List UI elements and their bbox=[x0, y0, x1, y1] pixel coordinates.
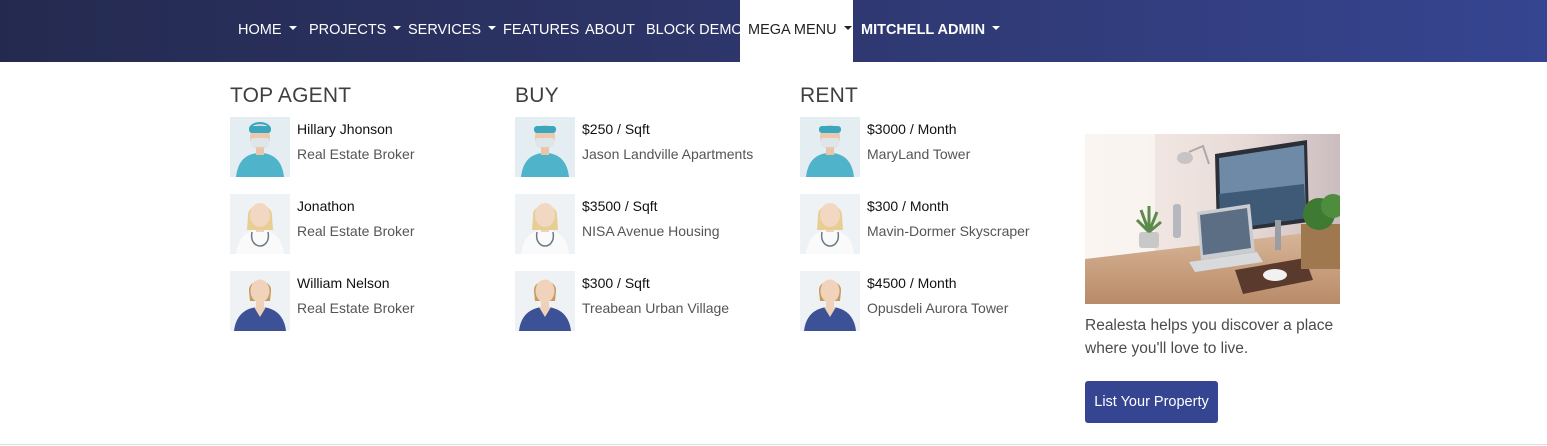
nurse-avatar bbox=[515, 271, 575, 331]
listing-price: $4500 / Month bbox=[867, 275, 957, 291]
nav-projects[interactable]: PROJECTS bbox=[309, 0, 402, 62]
doctor-avatar bbox=[515, 194, 575, 254]
doctor-avatar bbox=[230, 194, 290, 254]
listing-name: Treabean Urban Village bbox=[582, 300, 730, 316]
column-title-rent: RENT bbox=[800, 84, 858, 107]
buy-listing-item[interactable]: $250 / Sqft Jason Landville Apartments bbox=[515, 117, 785, 179]
rent-listing-item[interactable]: $300 / Month Mavin-Dormer Skyscraper bbox=[800, 194, 1070, 256]
listing-price: $300 / Sqft bbox=[582, 275, 650, 291]
nav-home[interactable]: HOME bbox=[238, 0, 297, 62]
agent-name: Jonathon bbox=[297, 198, 355, 214]
nav-about[interactable]: ABOUT bbox=[585, 0, 635, 62]
agent-item[interactable]: Jonathon Real Estate Broker bbox=[230, 194, 500, 256]
buy-listing-item[interactable]: $300 / Sqft Treabean Urban Village bbox=[515, 271, 785, 333]
agent-role: Real Estate Broker bbox=[297, 223, 415, 239]
nav-user-label: MITCHELL ADMIN bbox=[861, 22, 986, 38]
surgeon-avatar bbox=[515, 117, 575, 177]
nav-block-demo-label: BLOCK DEMO bbox=[646, 22, 743, 38]
nav-services-label: SERVICES bbox=[408, 22, 482, 38]
column-title-buy: BUY bbox=[515, 84, 559, 107]
caret-down-icon bbox=[393, 26, 402, 31]
caret-down-icon bbox=[992, 26, 1001, 31]
listing-name: Opusdeli Aurora Tower bbox=[867, 300, 1009, 316]
listing-price: $3500 / Sqft bbox=[582, 198, 658, 214]
nav-block-demo[interactable]: BLOCK DEMO bbox=[646, 0, 743, 62]
nav-services[interactable]: SERVICES bbox=[408, 0, 497, 62]
top-navbar: HOME PROJECTS SERVICES FEATURES ABOUT BL… bbox=[0, 0, 1547, 62]
listing-name: Jason Landville Apartments bbox=[582, 146, 754, 162]
caret-down-icon bbox=[488, 26, 497, 31]
divider bbox=[0, 444, 1547, 445]
doctor-avatar bbox=[800, 194, 860, 254]
surgeon-avatar bbox=[800, 117, 860, 177]
agent-item[interactable]: Hillary Jhonson Real Estate Broker bbox=[230, 117, 500, 179]
nav-user-menu[interactable]: MITCHELL ADMIN bbox=[861, 0, 1001, 62]
list-your-property-button[interactable]: List Your Property bbox=[1085, 381, 1218, 423]
nav-home-label: HOME bbox=[238, 22, 282, 38]
rent-listing-item[interactable]: $4500 / Month Opusdeli Aurora Tower bbox=[800, 271, 1070, 333]
column-title-top-agent: TOP AGENT bbox=[230, 84, 352, 107]
agent-role: Real Estate Broker bbox=[297, 300, 415, 316]
agent-name: William Nelson bbox=[297, 275, 390, 291]
caret-down-icon bbox=[288, 26, 297, 31]
listing-name: Mavin-Dormer Skyscraper bbox=[867, 223, 1030, 239]
nav-features-label: FEATURES bbox=[503, 22, 580, 38]
listing-price: $250 / Sqft bbox=[582, 121, 650, 137]
nav-features[interactable]: FEATURES bbox=[503, 0, 579, 62]
listing-name: MaryLand Tower bbox=[867, 146, 971, 162]
nav-mega-menu[interactable]: MEGA MENU bbox=[740, 0, 853, 62]
agent-role: Real Estate Broker bbox=[297, 146, 415, 162]
nav-projects-label: PROJECTS bbox=[309, 22, 387, 38]
agent-item[interactable]: William Nelson Real Estate Broker bbox=[230, 271, 500, 333]
listing-name: NISA Avenue Housing bbox=[582, 223, 720, 239]
nurse-avatar bbox=[230, 271, 290, 331]
buy-listing-item[interactable]: $3500 / Sqft NISA Avenue Housing bbox=[515, 194, 785, 256]
listing-price: $300 / Month bbox=[867, 198, 949, 214]
promo-description: Realesta helps you discover a place wher… bbox=[1085, 317, 1334, 357]
agent-name: Hillary Jhonson bbox=[297, 121, 393, 137]
caret-down-icon bbox=[843, 26, 852, 31]
listing-price: $3000 / Month bbox=[867, 121, 957, 137]
nav-about-label: ABOUT bbox=[585, 22, 635, 38]
desk-workspace-photo bbox=[1085, 134, 1340, 304]
rent-listing-item[interactable]: $3000 / Month MaryLand Tower bbox=[800, 117, 1070, 179]
surgeon-avatar bbox=[230, 117, 290, 177]
nurse-avatar bbox=[800, 271, 860, 331]
nav-mega-menu-label: MEGA MENU bbox=[748, 22, 837, 38]
